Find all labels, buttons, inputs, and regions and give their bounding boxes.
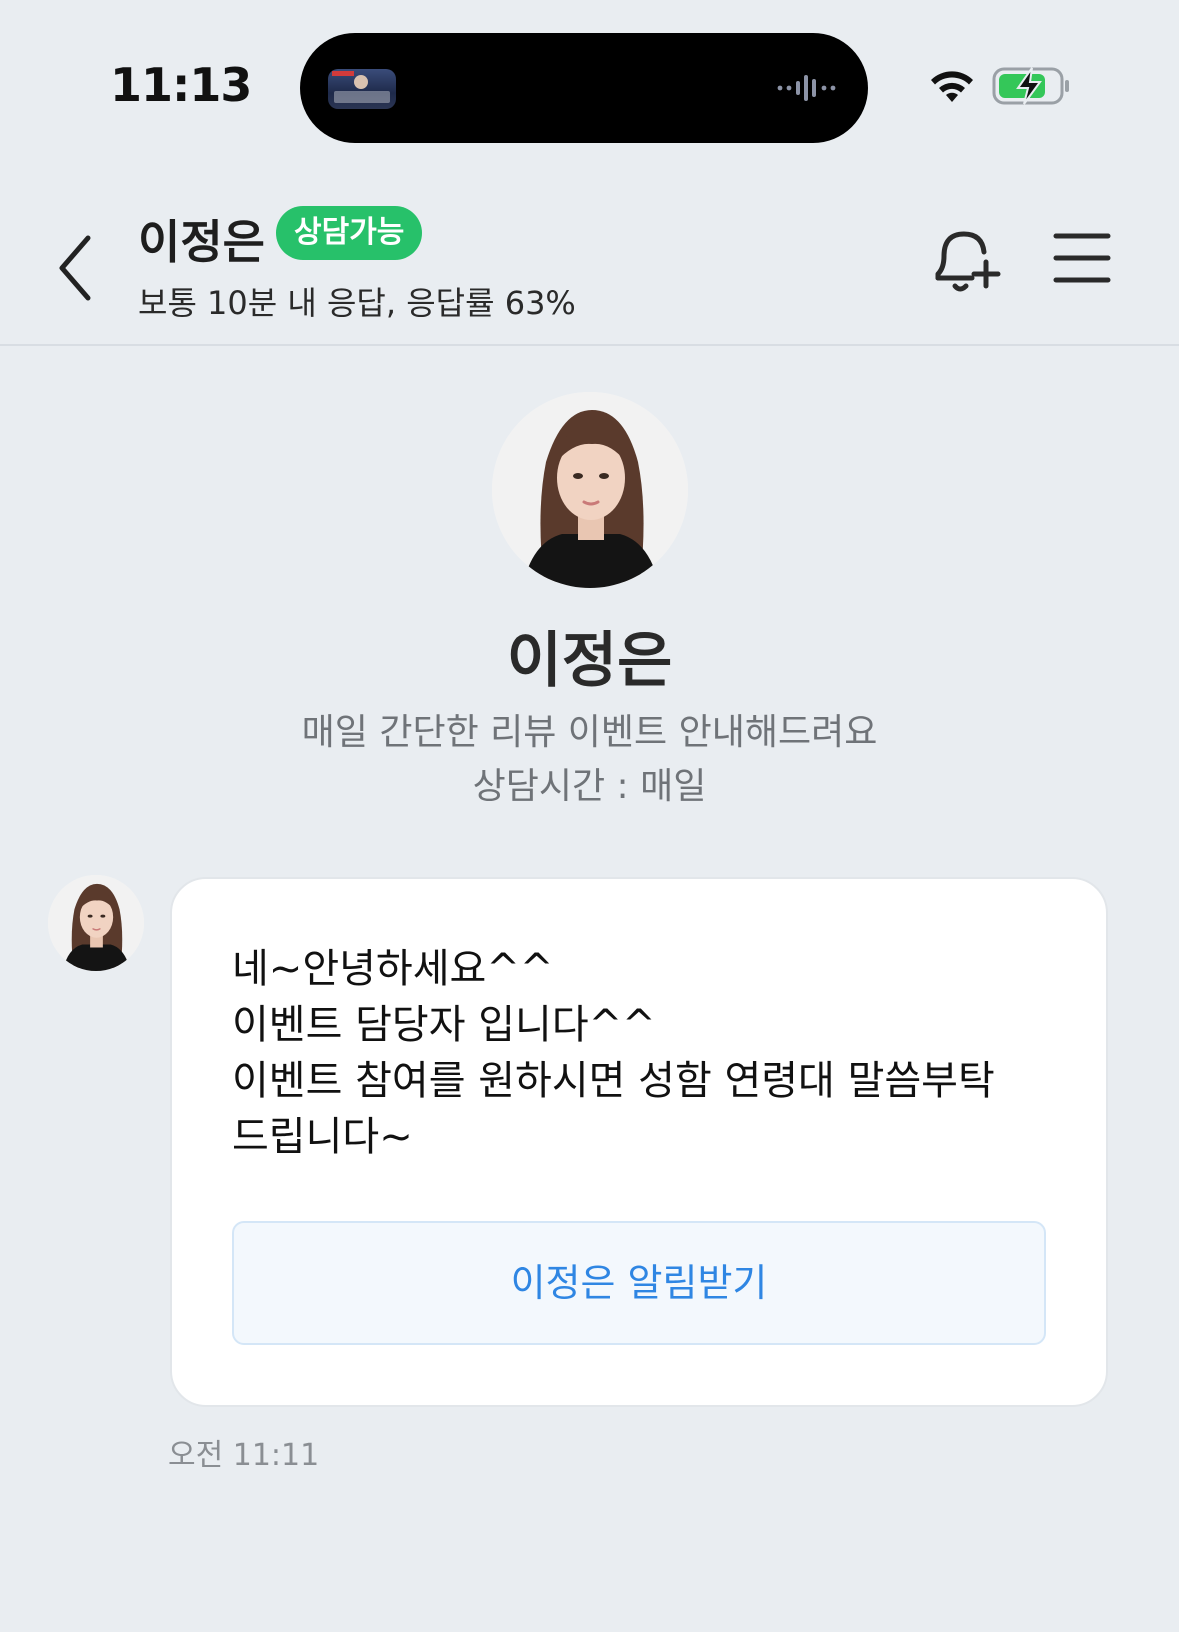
message-line: 드립니다~ [232,1114,413,1160]
battery-charging-icon [992,67,1069,105]
wifi-icon [931,71,973,102]
response-info: 보통 10분 내 응답, 응답률 63% [138,284,576,322]
profile-name: 이정은 [506,626,673,696]
message-bubble[interactable]: 네~안녕하세요^^ 이벤트 담당자 입니다^^ 이벤트 참여를 원하시면 성함 … [170,877,1108,1407]
status-time: 11:13 [110,58,252,112]
profile-description-line: 매일 간단한 리뷰 이벤트 안내해드려요 [301,712,878,753]
bell-plus-icon[interactable] [924,220,1004,300]
sender-avatar[interactable] [48,875,144,971]
message-line: 네~안녕하세요^^ [232,946,554,992]
subscribe-notification-button[interactable]: 이정은 알림받기 [232,1221,1046,1345]
status-badge: 상담가능 [276,206,423,260]
now-playing-thumbnail[interactable] [328,69,396,109]
dynamic-island[interactable] [300,33,868,143]
audio-wave-icon [777,75,836,101]
sender-photo [48,875,144,971]
profile-photo [492,392,688,588]
hamburger-menu-icon[interactable] [1052,228,1112,288]
message-timestamp: 오전 11:11 [168,1438,320,1473]
profile-description: 매일 간단한 리뷰 이벤트 안내해드려요 상담시간 : 매일 [0,706,1179,814]
message-line: 이벤트 참여를 원하시면 성함 연령대 말씀부탁 [232,1058,995,1104]
chat-screen: 11:13 이정은 상담가능 보통 10분 내 응답, 응답률 63% 이정은 … [0,0,1179,1632]
profile-avatar[interactable] [492,392,688,588]
chat-header: 이정은 상담가능 보통 10분 내 응답, 응답률 63% [0,160,1179,346]
message-line: 이벤트 담당자 입니다^^ [232,1002,656,1048]
message-text: 네~안녕하세요^^ 이벤트 담당자 입니다^^ 이벤트 참여를 원하시면 성함 … [232,941,1062,1165]
header-title: 이정은 [138,215,265,269]
consult-hours: 상담시간 : 매일 [472,766,707,807]
back-button[interactable] [52,228,100,308]
